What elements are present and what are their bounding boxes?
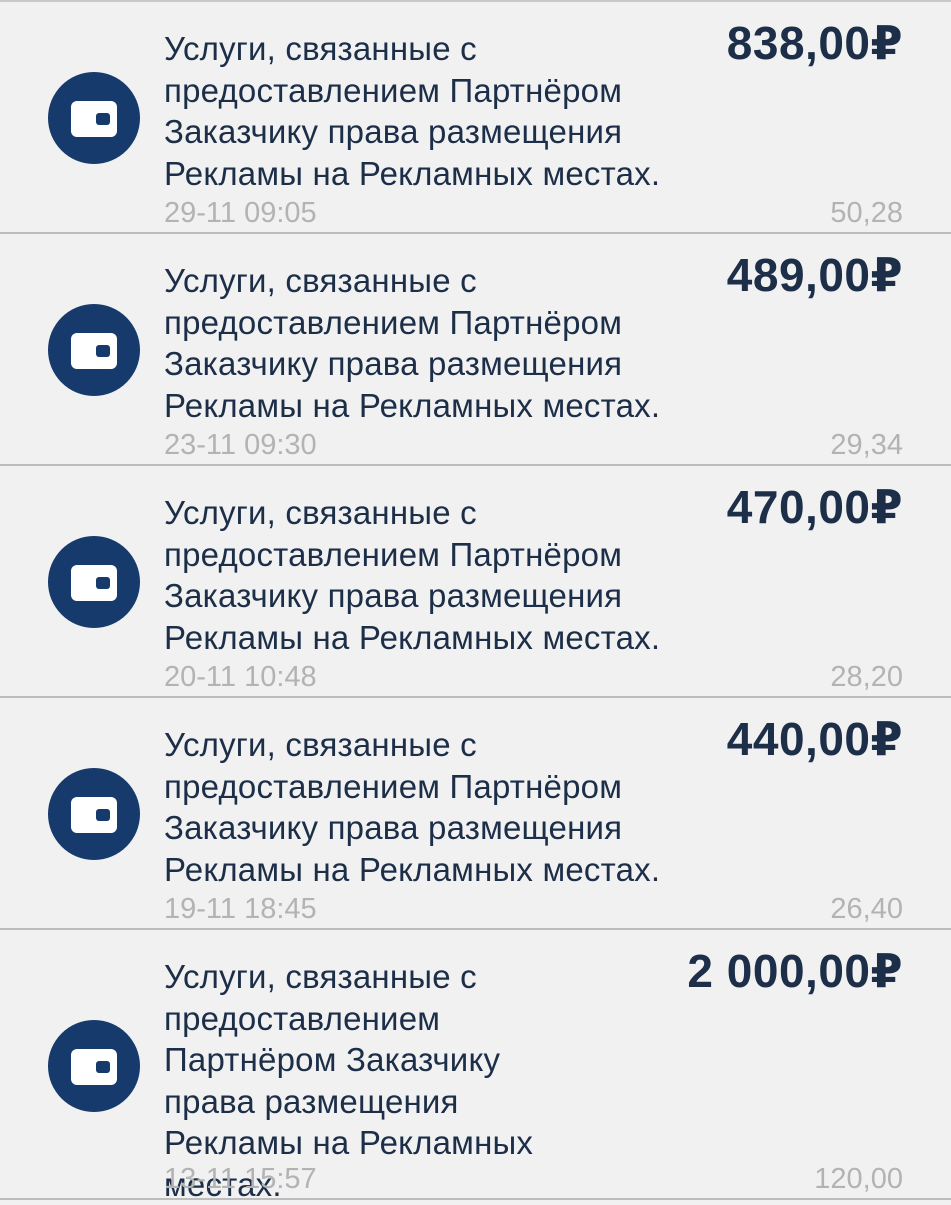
transaction-row[interactable]: Услуги, связанные с предоставлением Парт… <box>0 234 951 466</box>
transaction-fee: 29,34 <box>830 429 903 461</box>
transaction-amount: 470,00₽ <box>726 481 903 533</box>
transaction-datetime: 23-11 09:30 <box>164 429 317 461</box>
wallet-icon <box>48 536 140 628</box>
transaction-fee: 120,00 <box>814 1163 903 1195</box>
transaction-fee: 50,28 <box>830 197 903 229</box>
transaction-datetime: 20-11 10:48 <box>164 661 317 693</box>
transaction-datetime: 13-11 15:57 <box>164 1163 317 1195</box>
transaction-amount: 489,00₽ <box>726 249 903 301</box>
transaction-row[interactable]: Услуги, связанные с предоставлением Парт… <box>0 2 951 234</box>
transaction-row[interactable]: Услуги, связанные с предоставлением Парт… <box>0 698 951 930</box>
transaction-amount: 2 000,00₽ <box>687 945 903 997</box>
transaction-amount: 440,00₽ <box>726 713 903 765</box>
transaction-fee: 26,40 <box>830 893 903 925</box>
transaction-description: Услуги, связанные с предоставлением Парт… <box>164 262 661 424</box>
transaction-fee: 28,20 <box>830 661 903 693</box>
wallet-icon <box>48 304 140 396</box>
transaction-description: Услуги, связанные с предоставлением Парт… <box>164 494 661 656</box>
transaction-amount: 838,00₽ <box>726 17 903 69</box>
transaction-description: Услуги, связанные с предоставлением Парт… <box>164 30 661 192</box>
transaction-row[interactable]: Услуги, связанные с предоставлением Парт… <box>0 930 951 1203</box>
wallet-icon <box>48 768 140 860</box>
transaction-row[interactable]: Услуги, связанные с предоставлением Парт… <box>0 466 951 698</box>
transaction-list: Услуги, связанные с предоставлением Парт… <box>0 0 951 1203</box>
transaction-datetime: 29-11 09:05 <box>164 197 317 229</box>
transaction-datetime: 19-11 18:45 <box>164 893 317 925</box>
wallet-icon <box>48 1020 140 1112</box>
wallet-icon <box>48 72 140 164</box>
transaction-description: Услуги, связанные с предоставлением Парт… <box>164 726 661 888</box>
